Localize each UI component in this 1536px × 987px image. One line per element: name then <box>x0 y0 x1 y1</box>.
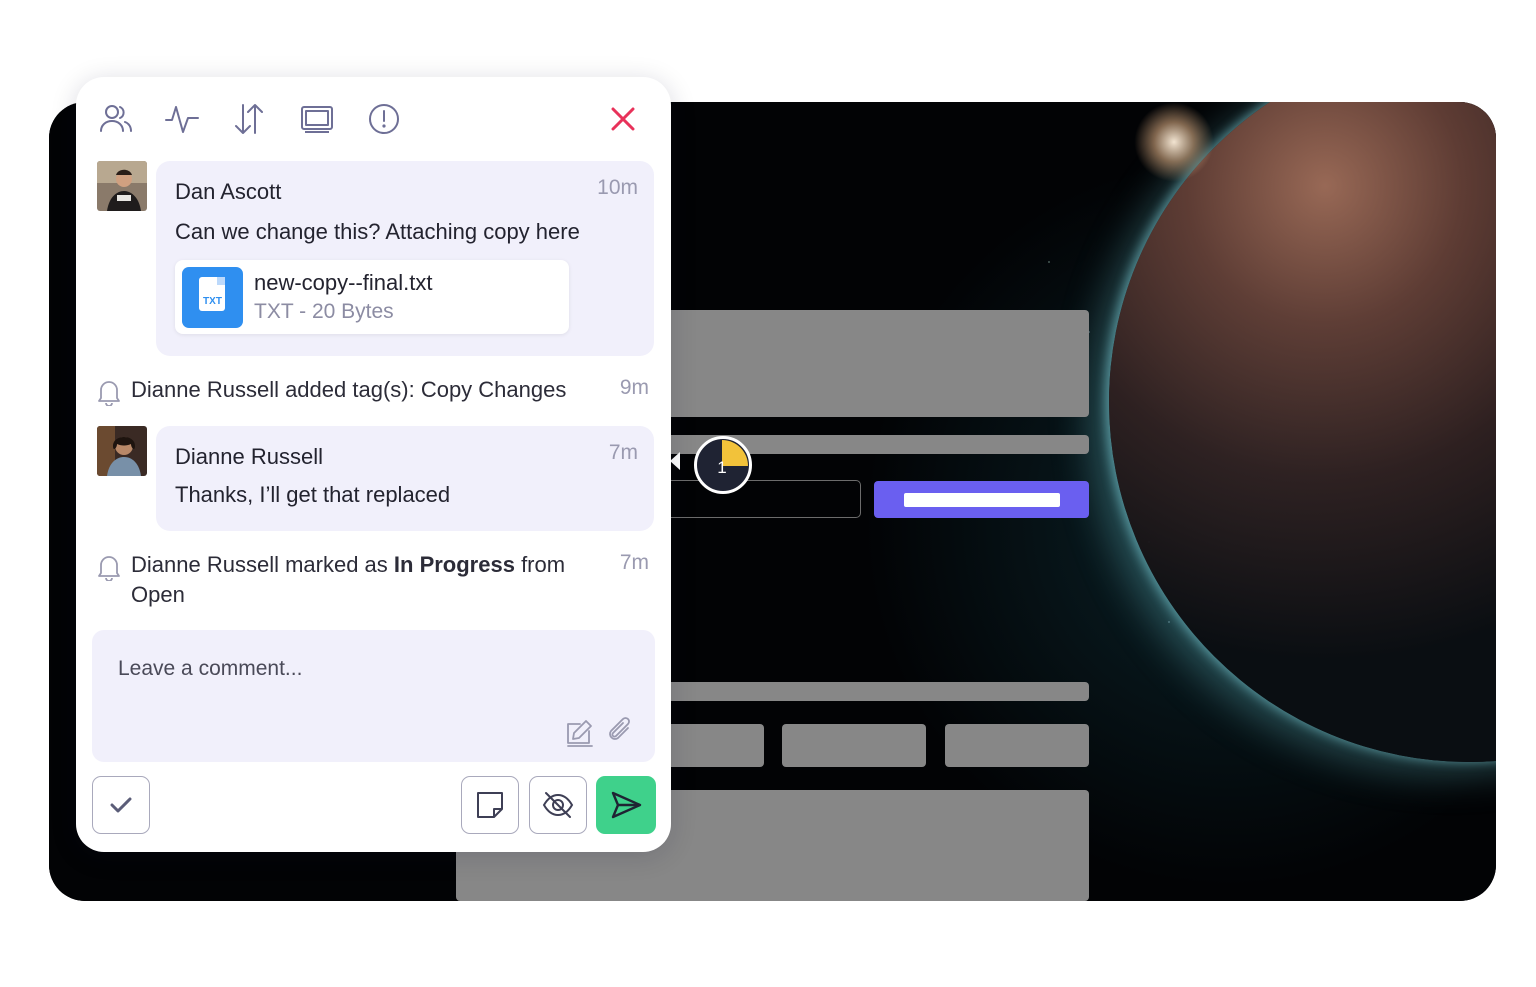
comment-input[interactable] <box>116 652 540 686</box>
close-icon[interactable] <box>603 99 643 139</box>
file-extension: TXT <box>203 296 222 307</box>
activity-suffix: from <box>514 552 566 577</box>
bell-icon <box>98 556 120 581</box>
comment-composer <box>92 630 655 762</box>
message-author: Dan Ascott <box>175 179 282 204</box>
attachment-card[interactable]: TXT new-copy--final.txt TXT - 20 Bytes <box>175 260 569 334</box>
cta-button-label-bar <box>903 492 1060 507</box>
sticky-note-icon <box>477 792 503 818</box>
cta-button-placeholder[interactable] <box>874 481 1089 518</box>
txt-file-icon: TXT <box>182 267 243 328</box>
edit-markup-icon[interactable] <box>564 716 596 748</box>
card-placeholder-2 <box>782 724 926 767</box>
avatar-dan-ascott <box>97 161 147 211</box>
attachment-name: new-copy--final.txt <box>254 270 433 295</box>
activity-time: 7m <box>619 551 649 574</box>
comment-panel: Dan Ascott 10m Can we change this? Attac… <box>76 77 671 852</box>
screen-icon[interactable] <box>297 99 337 139</box>
activity-status-change: Dianne Russell marked as In Progress fro… <box>131 550 601 610</box>
section-divider-bar <box>659 682 1089 701</box>
checkmark-icon <box>110 797 132 813</box>
pin-pointer <box>670 452 680 470</box>
message-bubble-2: Dianne Russell 7m Thanks, I’ll get that … <box>156 426 654 531</box>
sort-arrows-icon[interactable] <box>229 99 269 139</box>
resolve-button[interactable] <box>92 776 150 834</box>
users-icon[interactable] <box>96 99 136 139</box>
info-icon[interactable] <box>364 99 404 139</box>
card-placeholder-1 <box>659 724 764 767</box>
email-input-placeholder[interactable] <box>659 480 861 518</box>
send-icon <box>611 791 642 819</box>
message-time: 7m <box>608 441 638 464</box>
sun-flare-image <box>1134 102 1214 182</box>
bell-icon <box>98 381 120 406</box>
visibility-toggle-button[interactable] <box>529 776 587 834</box>
activity-time: 9m <box>619 376 649 399</box>
hero-placeholder-block <box>659 310 1089 417</box>
message-text: Can we change this? Attaching copy here <box>175 219 580 244</box>
card-placeholder-3 <box>945 724 1089 767</box>
paperclip-icon[interactable] <box>604 714 636 746</box>
activity-prefix: Dianne Russell marked as <box>131 552 394 577</box>
attachment-meta: TXT - 20 Bytes <box>254 300 394 323</box>
message-bubble-1: Dan Ascott 10m Can we change this? Attac… <box>156 161 654 356</box>
avatar-dianne-russell <box>97 426 147 476</box>
pin-number: 1 <box>717 458 727 477</box>
activity-tag-added: Dianne Russell added tag(s): Copy Change… <box>131 377 567 402</box>
send-button[interactable] <box>596 776 656 834</box>
activity-line2: Open <box>131 582 185 607</box>
panel-toolbar <box>96 99 651 139</box>
message-text: Thanks, I’ll get that replaced <box>175 482 451 507</box>
message-author: Dianne Russell <box>175 444 323 469</box>
status-label: In Progress <box>393 552 515 577</box>
comment-pin[interactable]: 1 <box>694 436 752 494</box>
sticky-note-button[interactable] <box>461 776 519 834</box>
message-time: 10m <box>597 176 638 199</box>
eye-off-icon <box>542 792 574 818</box>
activity-icon[interactable] <box>162 99 202 139</box>
